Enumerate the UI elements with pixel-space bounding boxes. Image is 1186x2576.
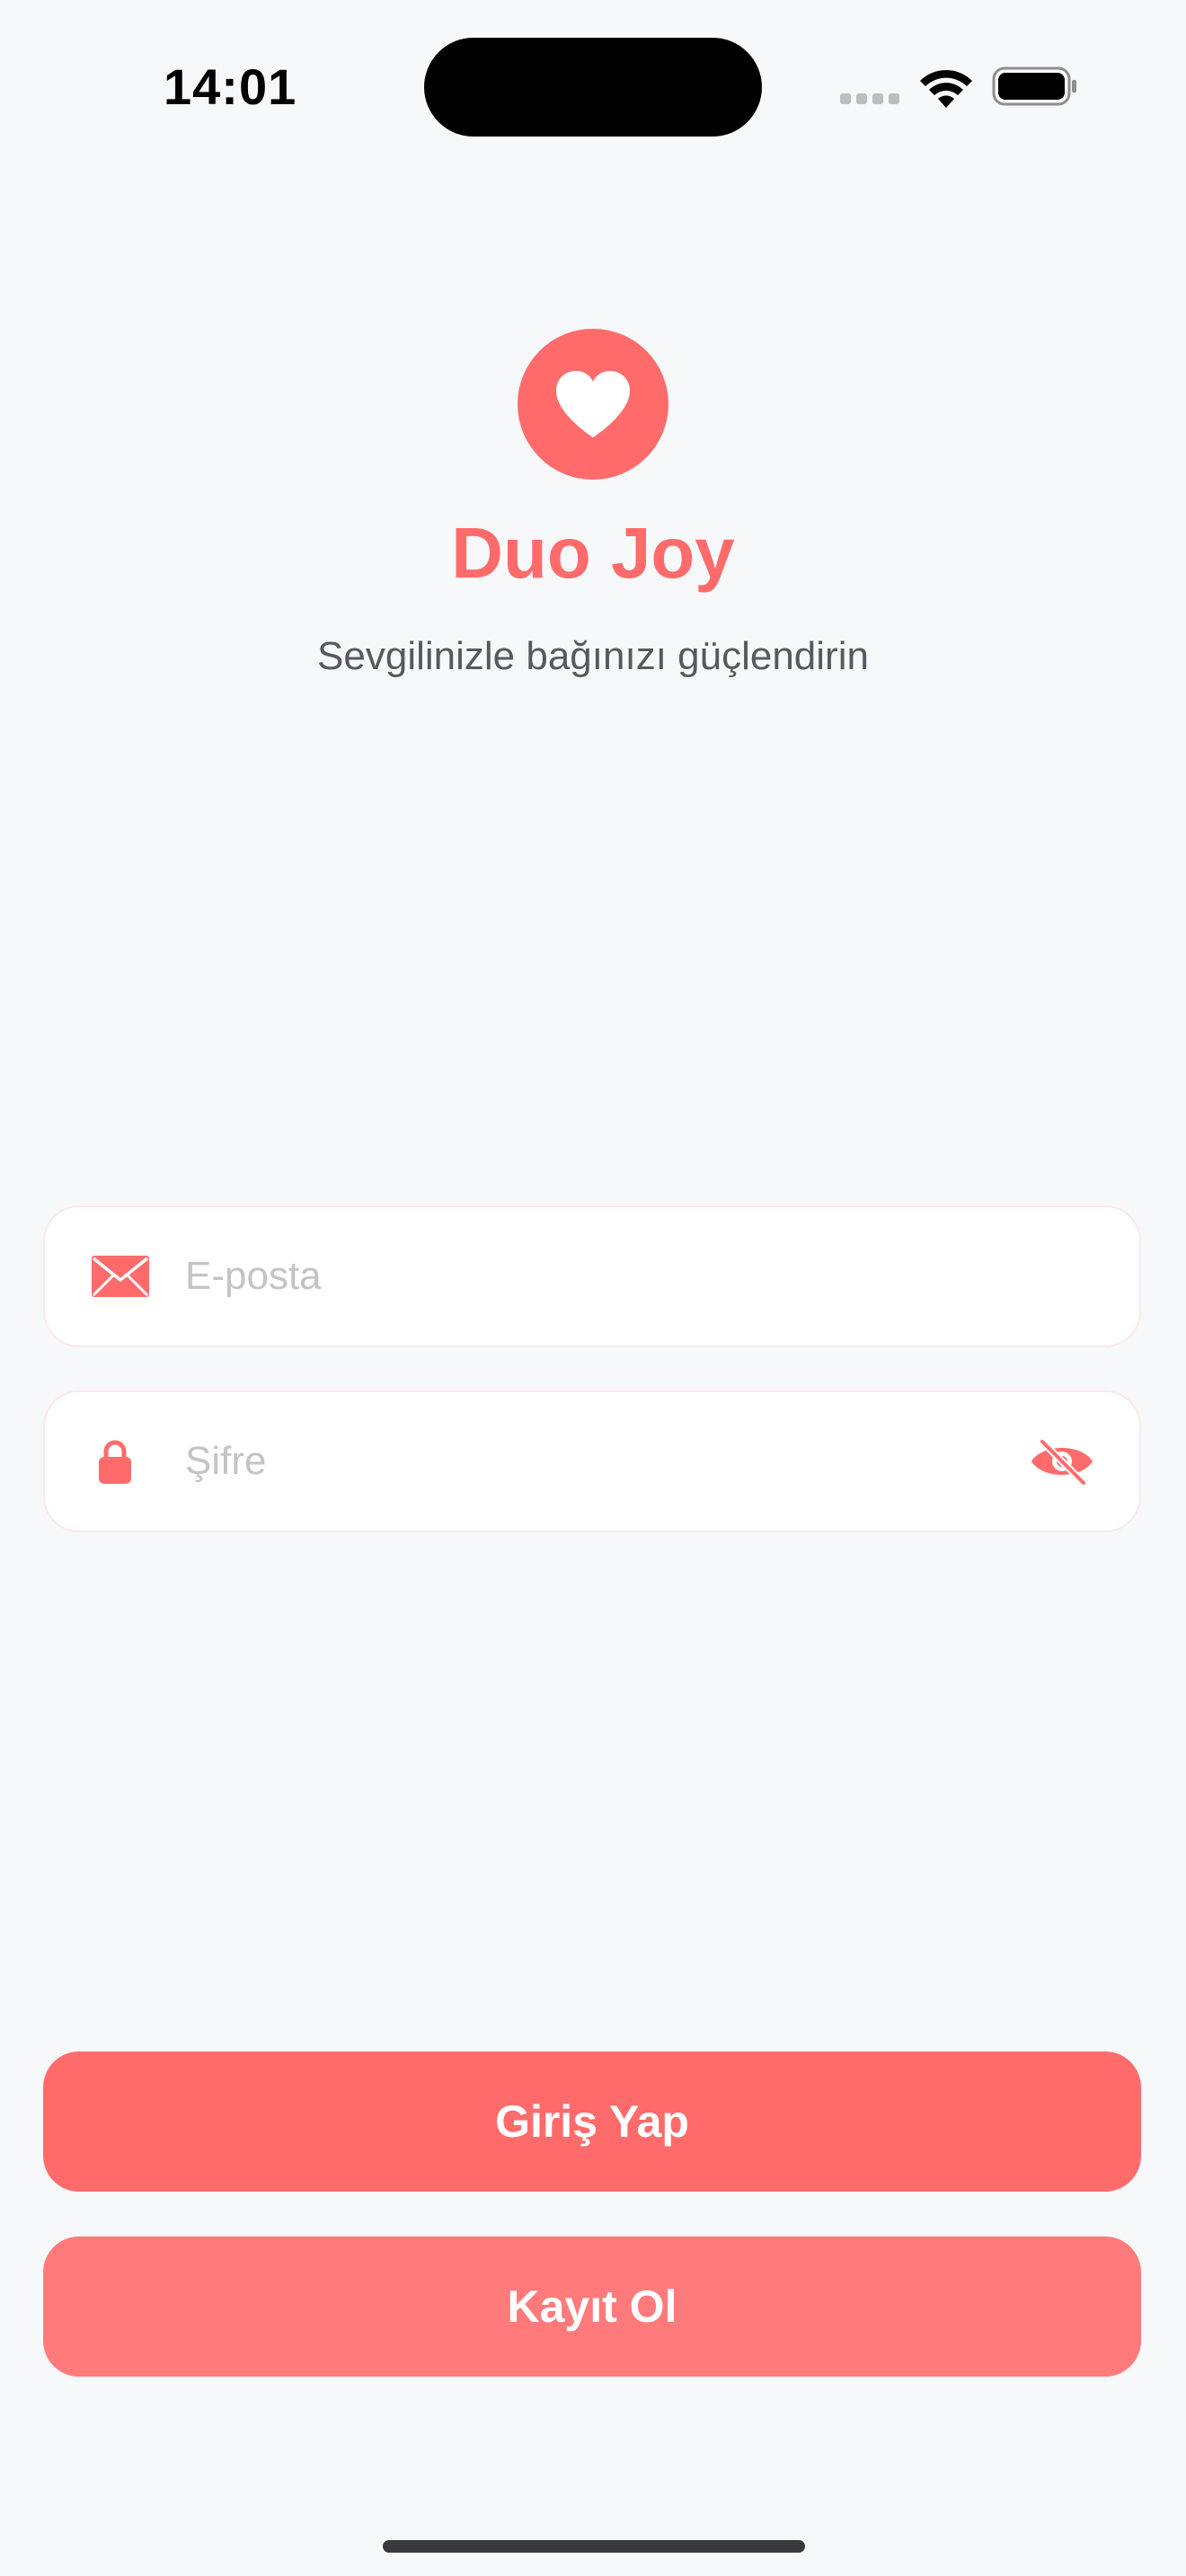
lock-icon — [99, 1439, 131, 1484]
password-field-container[interactable] — [43, 1390, 1141, 1532]
wifi-icon — [920, 69, 972, 108]
app-title: Duo Joy — [451, 513, 735, 593]
app-subtitle: Sevgilinizle bağınızı güçlendirin — [317, 634, 869, 678]
envelope-icon — [92, 1256, 149, 1297]
cellular-signal-icon — [840, 93, 899, 104]
battery-icon — [992, 66, 1076, 106]
app-logo — [518, 329, 668, 480]
email-input[interactable] — [185, 1207, 1013, 1345]
heart-icon — [556, 371, 630, 437]
dynamic-island — [424, 38, 762, 137]
eye-slash-icon[interactable] — [1030, 1438, 1094, 1485]
password-input[interactable] — [185, 1392, 1013, 1531]
status-time: 14:01 — [164, 58, 297, 115]
email-field-container[interactable] — [43, 1205, 1141, 1347]
home-indicator — [383, 2540, 805, 2553]
login-button[interactable]: Giriş Yap — [43, 2051, 1141, 2192]
register-button[interactable]: Kayıt Ol — [43, 2236, 1141, 2377]
